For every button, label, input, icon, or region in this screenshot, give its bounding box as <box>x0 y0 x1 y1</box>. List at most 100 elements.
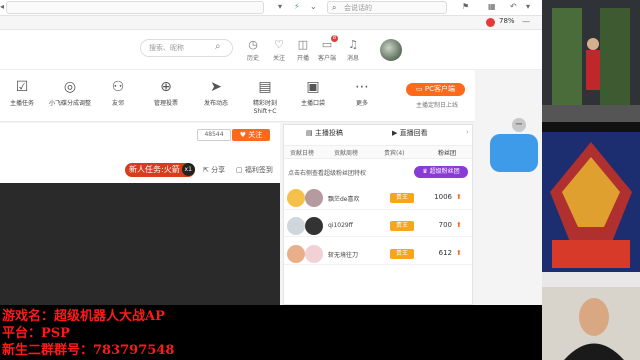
avatar <box>305 217 323 235</box>
wallet-icon: ▣ <box>306 79 320 95</box>
webcam-showroom <box>542 0 640 122</box>
nav-anchor-task[interactable]: ☑ 主播任务 <box>8 78 36 118</box>
vote-icon: ⊕ <box>160 79 172 95</box>
follow-button[interactable]: ♥ 关注 <box>232 129 270 141</box>
screen: ◂ ▾ ⚡ ⌄ ⌕ 会说话的 ⚑ ▦ ↶ ▾ 78% — 搜索、昵称 ⌕ ◷ 历史… <box>0 0 640 360</box>
search-icon: ⌕ <box>332 3 337 12</box>
avatar[interactable] <box>380 39 402 61</box>
bell-icon: ♫ <box>348 38 358 51</box>
security-icon[interactable] <box>486 18 495 27</box>
messages-button[interactable]: ♫ 消息 <box>340 37 366 67</box>
arrow-up-icon: ⬆ <box>456 221 462 229</box>
checkin-button[interactable]: ▢ 福利签到 <box>236 165 273 175</box>
nav-ufo-split[interactable]: ◎ 小飞碟分成调整 <box>44 78 96 118</box>
site-search-placeholder: 搜索、昵称 <box>149 44 184 52</box>
history-button[interactable]: ◷ 历史 <box>240 37 266 67</box>
arrow-up-icon: ⬆ <box>456 249 462 257</box>
streamer-illustration <box>542 287 640 360</box>
browser-search-placeholder: 会说话的 <box>344 4 372 12</box>
undo-icon[interactable]: ↶ <box>510 1 517 13</box>
avatar <box>305 245 323 263</box>
webcam-streamer <box>542 287 640 360</box>
tab-replay[interactable]: ▶ 直播回看 <box>392 128 428 138</box>
subtab-weekly[interactable]: 贡献周榜 <box>334 148 358 157</box>
lightning-icon[interactable]: ⚡ <box>294 1 300 13</box>
nav-highlights[interactable]: ▤ 精彩时刻 Shift+C <box>248 78 282 118</box>
rank-value: 612 <box>438 249 452 257</box>
nav-friends[interactable]: ⚇ 友邻 <box>104 78 132 118</box>
address-bar[interactable] <box>6 1 264 14</box>
crown-icon: ♛ <box>422 168 430 175</box>
document-icon: ▤ <box>306 129 315 137</box>
crown-medal-icon <box>287 217 305 235</box>
bookmark-icon[interactable]: ⚑ <box>462 1 469 13</box>
minimize-icon[interactable]: − <box>512 118 526 132</box>
overlay-platform: 平台：PSP <box>2 326 70 341</box>
search-icon[interactable]: ⌕ <box>215 41 221 52</box>
grid-icon[interactable]: ▦ <box>488 1 496 13</box>
rank-value: 1006 <box>434 193 452 201</box>
rank-level-badge: 贵王 <box>390 193 414 203</box>
overlay-group-number: 新生二群群号：783797548 <box>2 343 175 358</box>
subtab-fan-club[interactable]: 粉丝团 <box>438 148 456 157</box>
subtab-vip[interactable]: 贵宾(4) <box>384 148 405 157</box>
nav-more[interactable]: ⋯ 更多 <box>350 78 374 118</box>
share-icon: ⇱ <box>203 166 212 174</box>
heart-icon: ♡ <box>274 38 284 51</box>
rank-user-name: qi1029ff <box>328 222 353 229</box>
super-fan-club-button[interactable]: ♛ 超级粉丝团 <box>414 166 468 178</box>
chevron-right-icon[interactable]: › <box>466 128 469 136</box>
rank-user-name: 斩无境往刀 <box>328 252 359 259</box>
back-icon[interactable]: ◂ <box>0 1 4 13</box>
anchor-task-mascot[interactable]: − <box>490 118 538 172</box>
rank-level-badge: 贵王 <box>390 249 414 259</box>
arrow-up-icon: ⬆ <box>456 193 462 201</box>
mascot-badge-icon <box>490 134 538 172</box>
more-icon[interactable]: ▾ <box>526 1 530 13</box>
avatar <box>305 189 323 207</box>
rank-value: 700 <box>438 221 452 229</box>
nav-vote[interactable]: ⊕ 管理投票 <box>150 78 182 118</box>
site-search-input[interactable]: 搜索、昵称 ⌕ <box>140 39 233 57</box>
nav-pocket[interactable]: ▣ 主播口袋 <box>296 78 330 118</box>
client-badge: 8 <box>331 35 338 42</box>
follow-list-button[interactable]: ♡ 关注 <box>266 37 292 67</box>
clock-icon: ◷ <box>248 38 258 51</box>
calendar-icon: ▢ <box>236 166 245 174</box>
pc-client-button[interactable]: ▭ PC客户端 <box>406 83 465 96</box>
subtab-daily[interactable]: 贡献日榜 <box>290 148 314 157</box>
camera-icon: ◫ <box>297 38 309 51</box>
pc-client-tip: 主播定制日上线 <box>415 102 458 109</box>
more-circle-icon: ⋯ <box>355 79 369 95</box>
share-button[interactable]: ⇱ 分享 <box>203 165 225 175</box>
game-cover-art <box>542 122 640 287</box>
monitor-icon: ▭ <box>416 85 425 93</box>
heart-icon: ♥ <box>239 131 249 139</box>
browser-search-field[interactable]: ⌕ 会说话的 <box>327 1 447 14</box>
video-player[interactable] <box>0 183 280 305</box>
ufo-icon: ◎ <box>63 79 77 95</box>
fan-count: 48544 <box>197 129 231 141</box>
dropdown-icon[interactable]: ▾ <box>278 1 282 13</box>
crown-medal-icon <box>287 245 305 263</box>
rank-level-badge: 贵王 <box>390 221 414 231</box>
chevron-down-icon[interactable]: ⌄ <box>310 1 317 13</box>
tab-anchor-posts[interactable]: ▤ 主播投稿 <box>306 128 343 138</box>
battery-percent: 78% <box>499 17 515 25</box>
collapse-icon[interactable]: — <box>522 16 530 28</box>
users-icon: ⚇ <box>111 79 125 95</box>
broadcast-button[interactable]: ◫ 开播 <box>290 37 316 67</box>
crown-medal-icon <box>287 189 305 207</box>
game-cover-illustration <box>542 122 640 287</box>
novice-task-badge[interactable]: 新人任务:火箭 x1 <box>125 163 195 177</box>
rank-user-name: 飘茫de喜欢 <box>328 196 360 203</box>
showroom-illustration <box>542 0 640 122</box>
page-margin <box>475 70 542 305</box>
overlay-game-name: 游戏名：超级机器人大战AP <box>2 309 165 324</box>
film-icon: ▤ <box>258 79 272 95</box>
browser-status-strip <box>0 16 542 30</box>
paper-plane-icon: ➤ <box>210 79 222 95</box>
task-multiplier: x1 <box>181 163 195 176</box>
nav-post[interactable]: ➤ 发布动态 <box>200 78 232 118</box>
vip-prompt: 点击右侧查看超级粉丝团特权 <box>288 170 367 177</box>
